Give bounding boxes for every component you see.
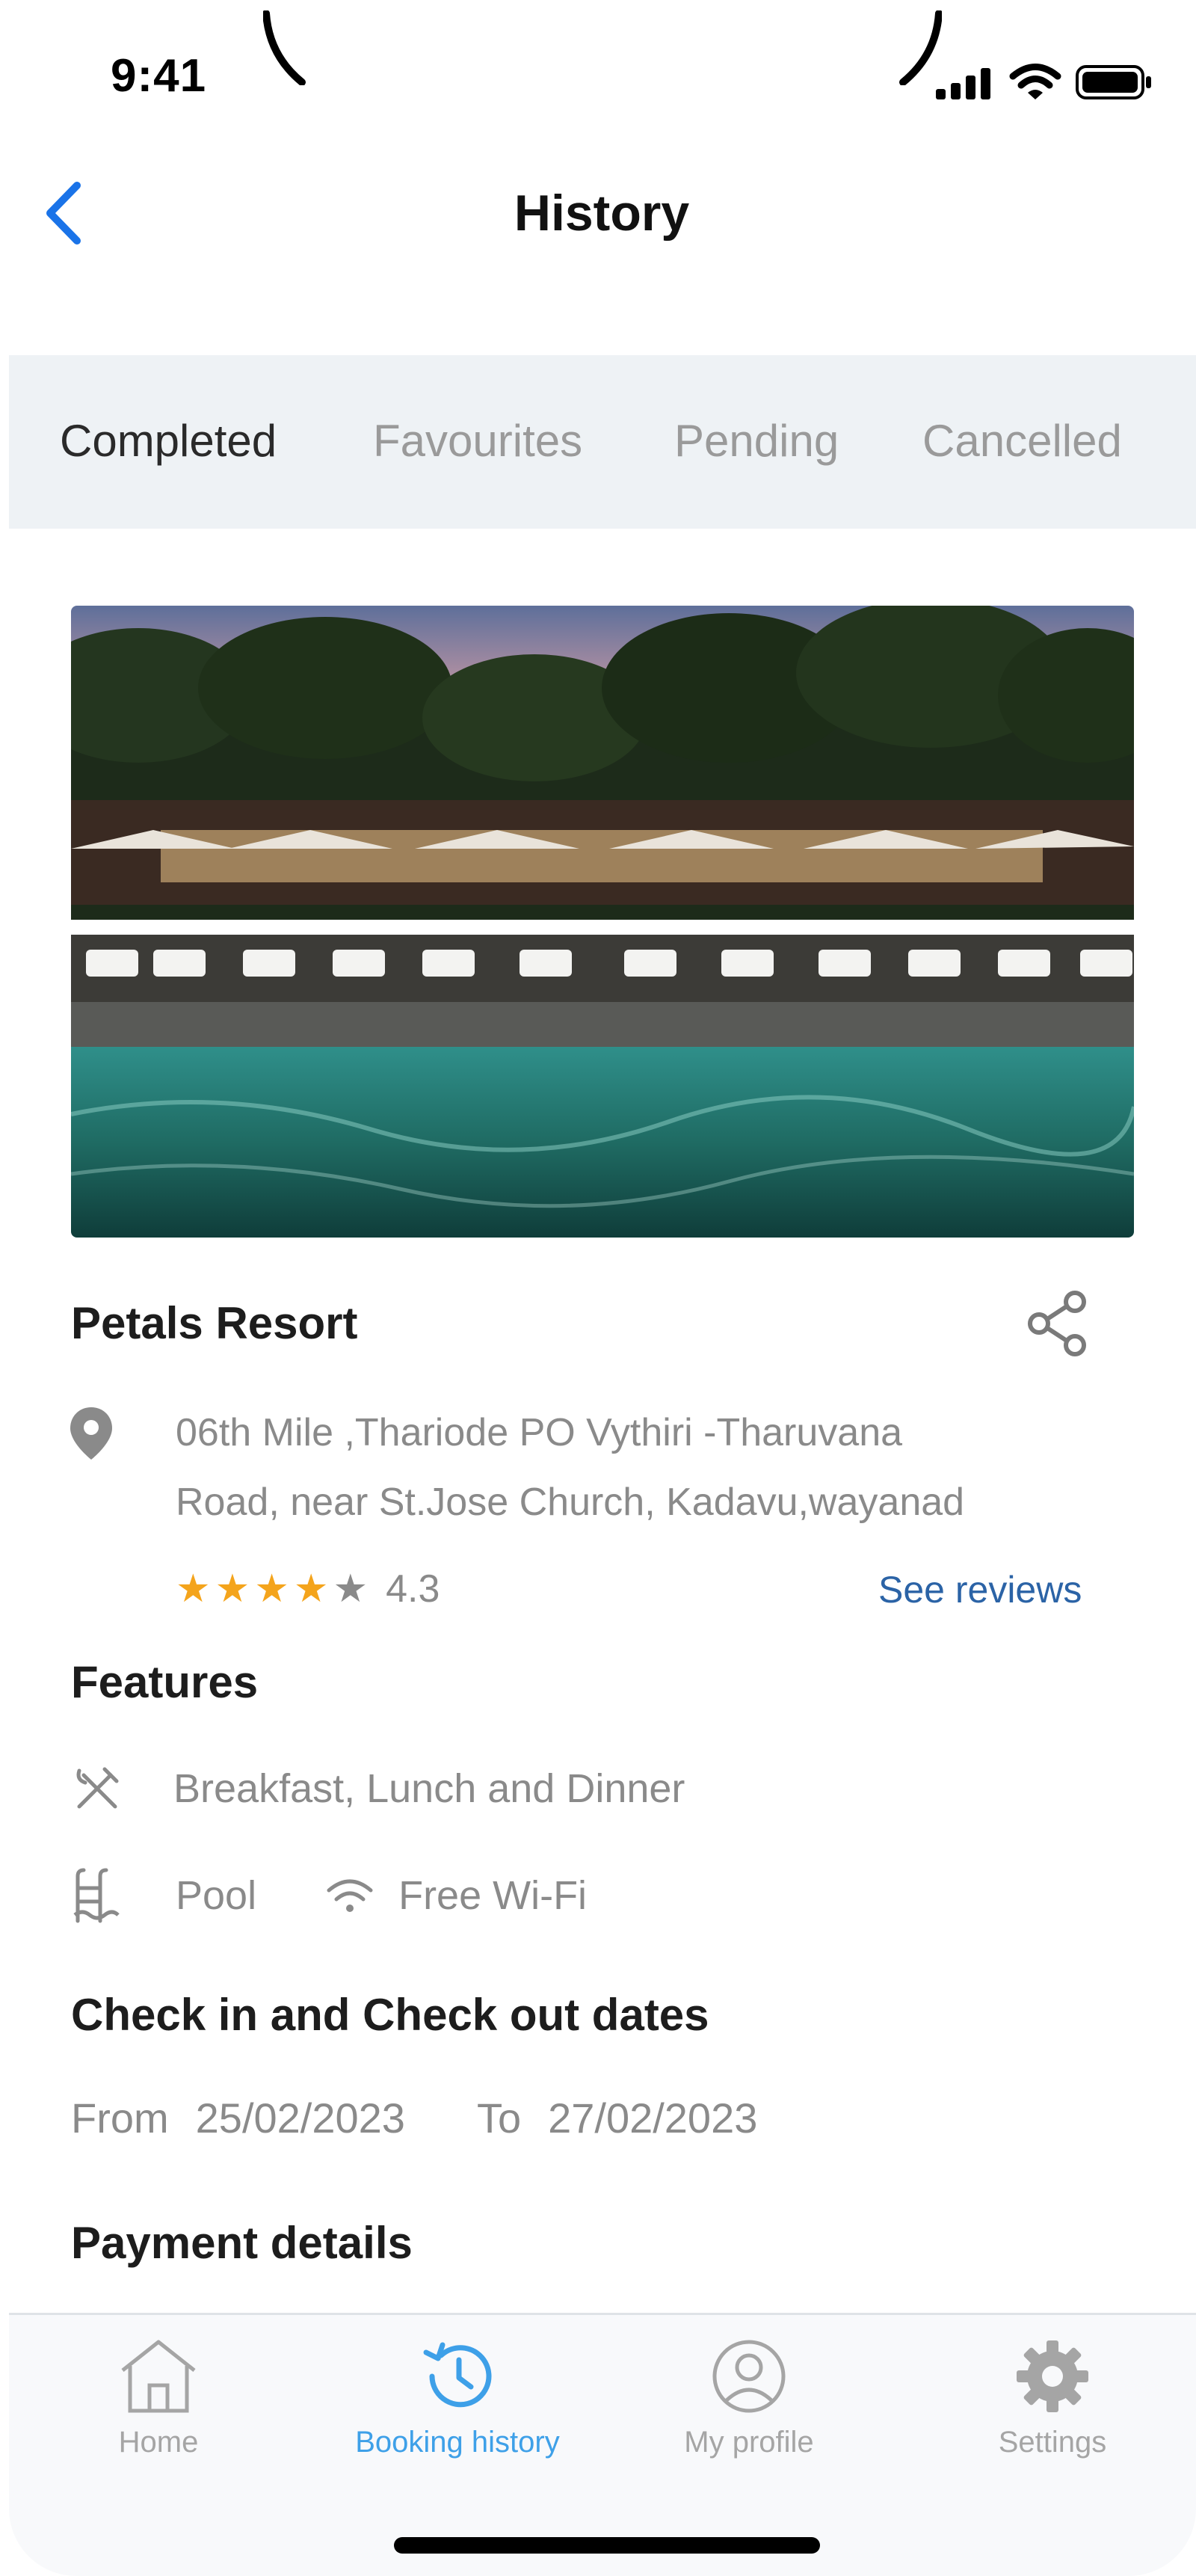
resort-address: 06th Mile ,Thariode PO Vythiri -Tharuvan… xyxy=(176,1398,1110,1537)
home-indicator xyxy=(394,2537,820,2554)
dates-row: From 25/02/2023 To 27/02/2023 xyxy=(71,2094,829,2142)
nav-my-profile[interactable]: My profile xyxy=(644,2337,854,2459)
cellular-signal-icon xyxy=(936,68,990,99)
user-icon xyxy=(712,2340,786,2413)
nav-header: History xyxy=(0,157,1196,269)
payment-title: Payment details xyxy=(71,2218,413,2268)
tab-bar: Completed Favourites Pending Cancelled xyxy=(9,355,1196,529)
star-icon: ★ xyxy=(254,1567,289,1611)
feature-amenities: Pool Free Wi-Fi xyxy=(71,1866,587,1925)
to-label: To xyxy=(476,2094,522,2142)
features-title: Features xyxy=(71,1657,259,1707)
nav-settings[interactable]: Settings xyxy=(948,2337,1157,2459)
status-bar: 9:41 xyxy=(0,0,1196,142)
address-line-1: 06th Mile ,Thariode PO Vythiri -Tharuvan… xyxy=(176,1411,903,1454)
resort-name: Petals Resort xyxy=(71,1298,358,1348)
address-line-2: Road, near St.Jose Church, Kadavu,wayana… xyxy=(176,1481,965,1524)
wifi-icon xyxy=(1009,64,1061,99)
utensils-icon xyxy=(71,1759,123,1819)
gear-icon xyxy=(1017,2340,1088,2412)
nav-home[interactable]: Home xyxy=(54,2337,263,2459)
feature-wifi-text: Free Wi-Fi xyxy=(398,1873,588,1918)
tab-cancelled[interactable]: Cancelled xyxy=(922,415,1122,467)
resort-image[interactable] xyxy=(71,606,1134,1238)
notch-left-decoration xyxy=(263,10,306,85)
wifi-icon xyxy=(324,1866,376,1925)
dates-title: Check in and Check out dates xyxy=(71,1990,709,2040)
tab-favourites[interactable]: Favourites xyxy=(373,415,582,467)
star-empty-icon: ★ xyxy=(333,1567,369,1611)
location-pin-icon xyxy=(70,1407,112,1460)
feature-pool-text: Pool xyxy=(176,1873,257,1918)
star-icon: ★ xyxy=(215,1567,250,1611)
from-label: From xyxy=(71,2094,169,2142)
from-date: 25/02/2023 xyxy=(195,2094,405,2142)
share-icon xyxy=(1028,1291,1086,1356)
history-icon xyxy=(423,2342,492,2408)
pool-ladder-icon xyxy=(71,1866,123,1925)
to-date: 27/02/2023 xyxy=(548,2094,758,2142)
see-reviews-link[interactable]: See reviews xyxy=(878,1568,1082,1611)
feature-meals: Breakfast, Lunch and Dinner xyxy=(71,1759,685,1819)
share-button[interactable] xyxy=(1026,1290,1093,1357)
tab-completed[interactable]: Completed xyxy=(60,415,277,467)
resort-pool-photo xyxy=(71,606,1134,1238)
star-icon: ★ xyxy=(293,1567,329,1611)
nav-my-profile-label: My profile xyxy=(684,2426,814,2459)
rating: ★ ★ ★ ★ ★ 4.3 xyxy=(176,1567,440,1611)
home-icon xyxy=(121,2340,196,2413)
status-time: 9:41 xyxy=(111,50,207,102)
tab-pending[interactable]: Pending xyxy=(674,415,839,467)
feature-meals-text: Breakfast, Lunch and Dinner xyxy=(173,1766,685,1811)
battery-icon xyxy=(1076,65,1151,99)
page-title: History xyxy=(514,185,690,242)
star-icon: ★ xyxy=(176,1567,211,1611)
rating-value: 4.3 xyxy=(386,1567,440,1611)
nav-booking-history-label: Booking history xyxy=(355,2426,560,2459)
status-icons xyxy=(934,60,1153,105)
nav-settings-label: Settings xyxy=(998,2426,1107,2459)
nav-booking-history[interactable]: Booking history xyxy=(353,2337,562,2459)
nav-home-label: Home xyxy=(118,2426,199,2459)
